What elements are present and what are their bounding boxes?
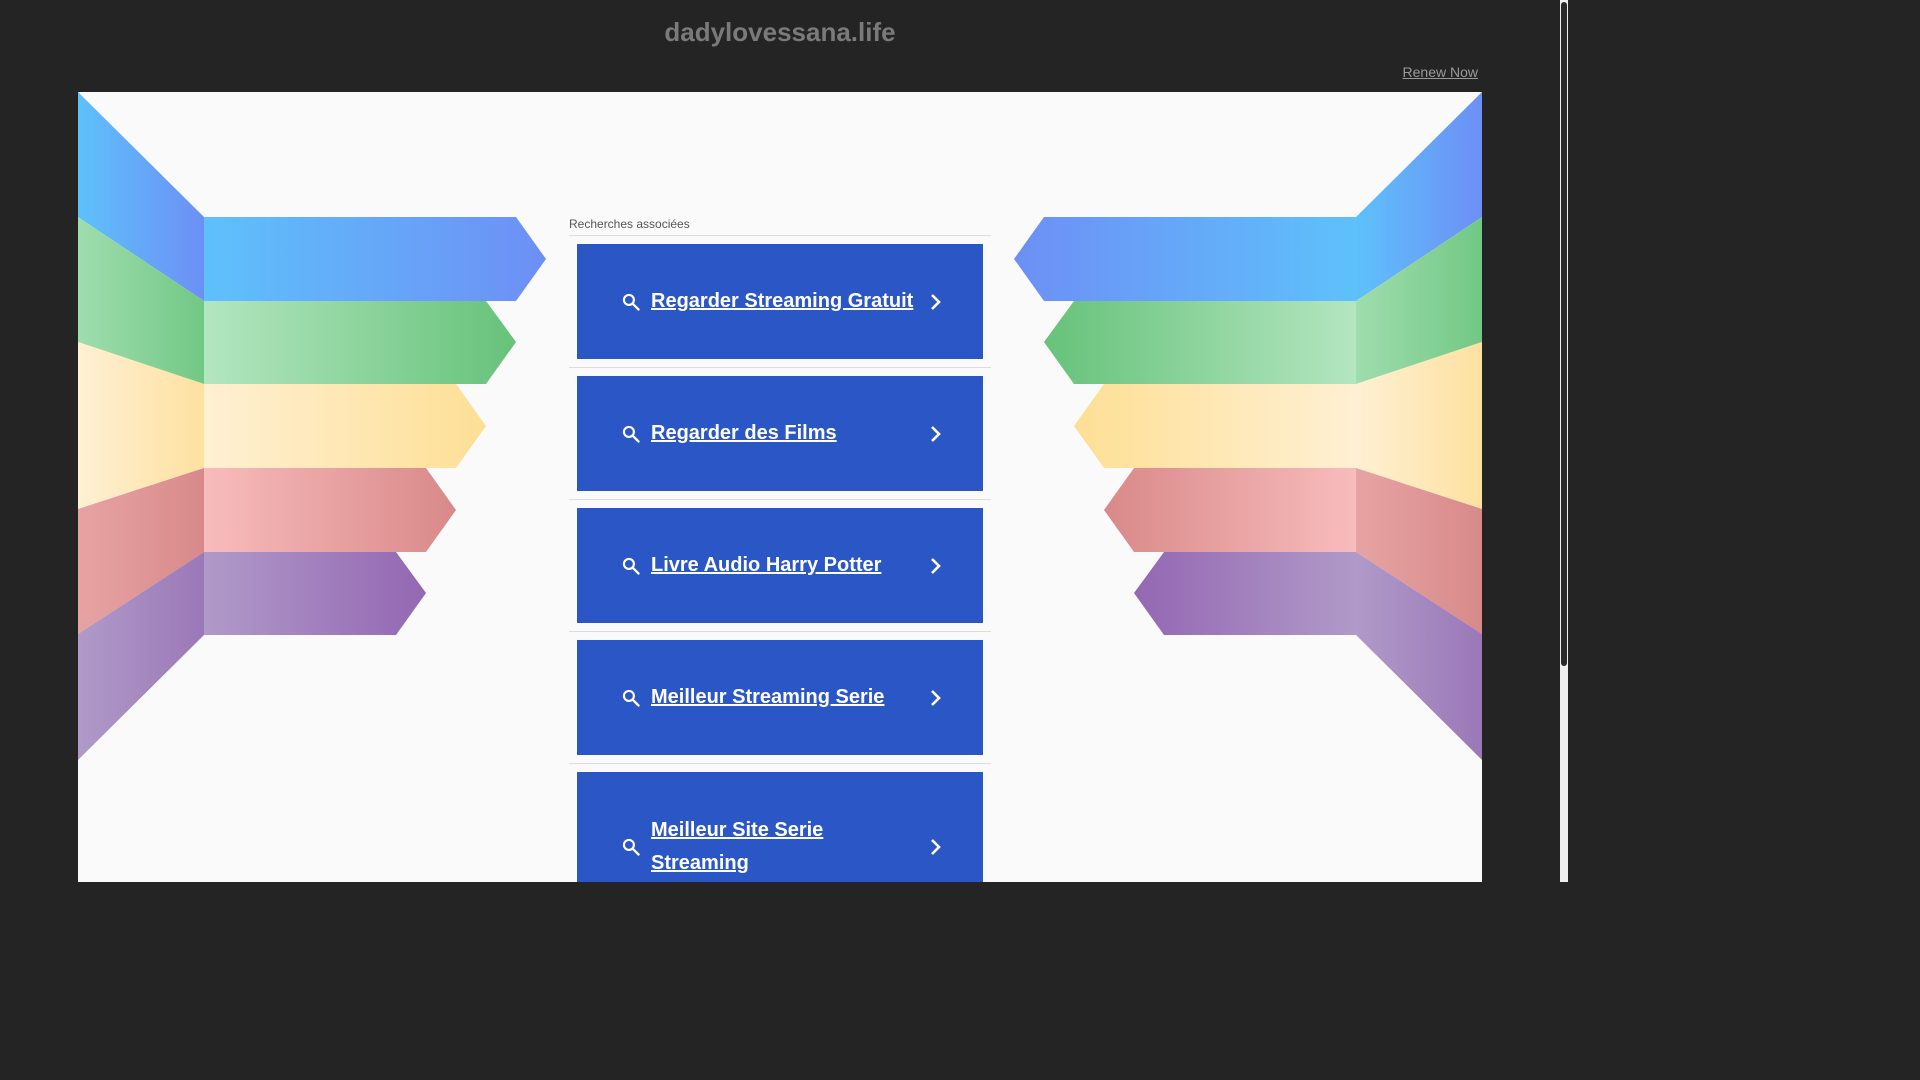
result-label: Livre Audio Harry Potter bbox=[651, 554, 882, 576]
domain-title: dadylovessana.life bbox=[664, 17, 896, 47]
chevron-right-icon bbox=[931, 425, 941, 442]
search-icon bbox=[622, 425, 640, 443]
result-label: Regarder Streaming Gratuit bbox=[651, 290, 914, 312]
result-label: Meilleur Site Serie Streaming bbox=[651, 819, 824, 874]
chevron-right-icon bbox=[931, 689, 941, 706]
list-item: Meilleur Site Serie Streaming bbox=[569, 764, 991, 882]
search-icon bbox=[622, 689, 640, 707]
related-searches: Recherches associées Regarder Streaming … bbox=[569, 217, 991, 882]
list-item: Meilleur Streaming Serie bbox=[569, 632, 991, 764]
result-label: Regarder des Films bbox=[651, 422, 837, 444]
result-button[interactable]: Livre Audio Harry Potter bbox=[577, 508, 983, 623]
renew-now-link[interactable]: Renew Now bbox=[1403, 64, 1478, 80]
search-icon bbox=[622, 293, 640, 311]
chevron-right-icon bbox=[931, 557, 941, 574]
parking-content: Recherches associées Regarder Streaming … bbox=[78, 92, 1482, 882]
result-button[interactable]: Regarder des Films bbox=[577, 376, 983, 491]
result-button[interactable]: Meilleur Streaming Serie bbox=[577, 640, 983, 755]
list-item: Regarder Streaming Gratuit bbox=[569, 236, 991, 368]
scrollbar[interactable] bbox=[1560, 0, 1568, 882]
list-item: Regarder des Films bbox=[569, 368, 991, 500]
chevron-right-icon bbox=[931, 293, 941, 310]
result-button[interactable]: Regarder Streaming Gratuit bbox=[577, 244, 983, 359]
search-icon bbox=[622, 838, 640, 856]
result-button[interactable]: Meilleur Site Serie Streaming bbox=[577, 772, 983, 882]
result-label: Meilleur Streaming Serie bbox=[651, 686, 885, 708]
chevron-right-icon bbox=[931, 839, 941, 855]
related-searches-title: Recherches associées bbox=[569, 217, 991, 236]
page: dadylovessana.life Renew Now Recherches … bbox=[0, 0, 1568, 882]
search-icon bbox=[622, 557, 640, 575]
list-item: Livre Audio Harry Potter bbox=[569, 500, 991, 632]
scrollbar-thumb[interactable] bbox=[1561, 2, 1567, 666]
